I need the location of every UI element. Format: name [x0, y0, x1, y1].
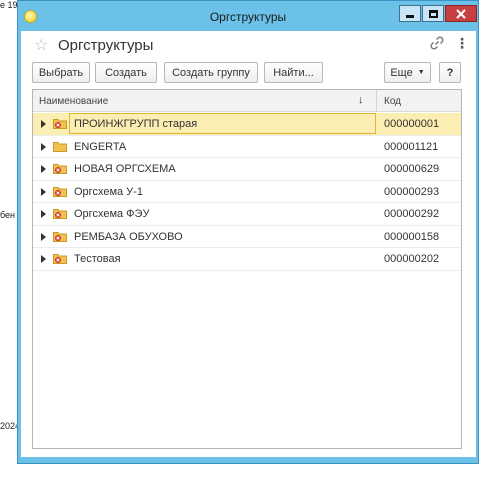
row-name: РЕМБАЗА ОБУХОВО — [74, 230, 183, 243]
maximize-icon — [428, 9, 438, 18]
row-code: 000001121 — [384, 140, 439, 153]
expand-arrow-icon[interactable] — [41, 142, 46, 151]
table-row[interactable]: ПРОИНЖГРУПП старая 000000001 — [33, 113, 461, 136]
row-name: Оргсхема У-1 — [74, 185, 143, 198]
folder-icon — [53, 141, 67, 152]
expand-arrow-icon[interactable] — [41, 232, 46, 241]
create-button[interactable]: Создать — [95, 62, 157, 83]
close-icon — [456, 8, 466, 19]
window: Оргструктуры ☆ Оргструктуры ⋮ Выбрать Со… — [17, 0, 479, 464]
table-row[interactable]: ENGERTA 000001121 — [33, 136, 461, 158]
row-name: ПРОИНЖГРУПП старая — [74, 118, 198, 130]
row-code: 000000158 — [384, 230, 440, 243]
table-body: ПРОИНЖГРУПП старая 000000001 ENGERTA 000… — [33, 113, 461, 271]
folder-deleted-icon — [53, 186, 67, 197]
expand-arrow-icon[interactable] — [41, 120, 46, 128]
sort-down-icon: ↓ — [358, 94, 364, 106]
minimize-button[interactable] — [399, 5, 421, 22]
find-button[interactable]: Найти... — [264, 62, 323, 83]
row-name: Оргсхема ФЭУ — [74, 208, 150, 220]
star-icon[interactable]: ☆ — [34, 35, 48, 55]
row-code: 000000293 — [384, 185, 440, 198]
background-text: е 19 — [0, 0, 18, 10]
folder-deleted-icon — [53, 164, 67, 174]
expand-arrow-icon[interactable] — [41, 210, 46, 218]
minimize-icon — [406, 14, 414, 18]
column-divider[interactable] — [376, 90, 377, 112]
page-title: Оргструктуры — [58, 37, 154, 54]
table-row[interactable]: РЕМБАЗА ОБУХОВО 000000158 — [33, 226, 461, 248]
row-name: Тестовая — [74, 253, 121, 265]
table-row[interactable]: Тестовая 000000202 — [33, 248, 461, 271]
kebab-icon[interactable]: ⋮ — [455, 35, 469, 52]
column-header-code[interactable]: Код — [384, 96, 401, 107]
row-code: 000000001 — [384, 118, 440, 130]
close-button[interactable] — [445, 5, 477, 22]
form-area: ☆ Оргструктуры ⋮ Выбрать Создать Создать… — [21, 31, 476, 457]
row-name: НОВАЯ ОРГСХЕМА — [74, 163, 176, 175]
expand-arrow-icon[interactable] — [41, 187, 46, 196]
row-code: 000000292 — [384, 208, 440, 220]
folder-deleted-icon — [53, 209, 67, 219]
folder-deleted-icon — [53, 119, 67, 129]
folder-deleted-icon — [53, 231, 67, 242]
title-bar[interactable]: Оргструктуры — [18, 1, 478, 33]
create-group-button[interactable]: Создать группу — [164, 62, 258, 83]
more-label: Еще — [390, 66, 413, 79]
help-button[interactable]: ? — [439, 62, 461, 83]
expand-arrow-icon[interactable] — [41, 255, 46, 263]
table-header: Наименование ↓ Код — [33, 90, 461, 112]
table-row[interactable]: Оргсхема ФЭУ 000000292 — [33, 203, 461, 226]
more-button[interactable]: Еще ▼ — [384, 62, 431, 83]
column-header-name[interactable]: Наименование — [39, 96, 108, 107]
expand-arrow-icon[interactable] — [41, 165, 46, 173]
background-text: бен — [0, 210, 16, 220]
select-button[interactable]: Выбрать — [32, 62, 90, 83]
row-code: 000000629 — [384, 163, 440, 175]
row-name: ENGERTA — [74, 140, 127, 153]
table-row[interactable]: Оргсхема У-1 000000293 — [33, 181, 461, 203]
row-code: 000000202 — [384, 253, 440, 265]
table-row[interactable]: НОВАЯ ОРГСХЕМА 000000629 — [33, 158, 461, 181]
folder-deleted-icon — [53, 254, 67, 264]
maximize-button[interactable] — [422, 5, 444, 22]
link-icon[interactable] — [429, 35, 445, 51]
data-table: Наименование ↓ Код ПРОИНЖГРУПП старая 00… — [32, 89, 462, 449]
chevron-down-icon: ▼ — [417, 69, 425, 76]
